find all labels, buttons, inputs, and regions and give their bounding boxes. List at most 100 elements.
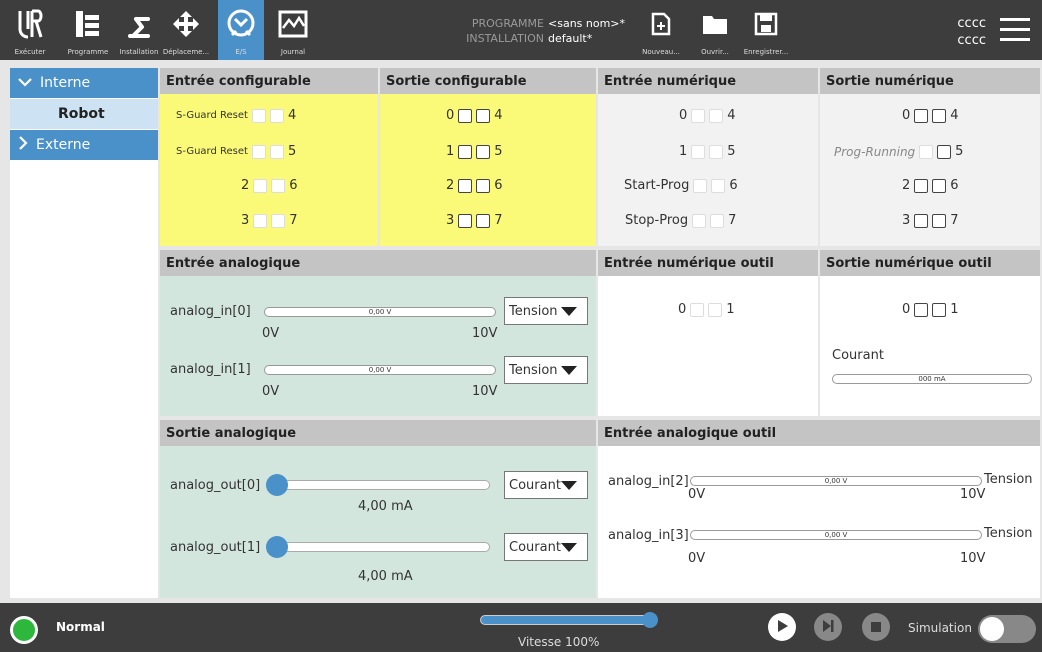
simulation-toggle[interactable] (978, 615, 1036, 643)
config-out-row: 37 (446, 213, 503, 228)
config-out-checkbox[interactable] (458, 213, 473, 228)
digital-out-checkbox (919, 144, 934, 159)
digital-in-row: Stop-Prog 7 (625, 213, 737, 228)
speed-slider-fill (481, 616, 651, 624)
digital-in-checkbox (693, 178, 708, 193)
digital-out-checkbox[interactable] (932, 178, 947, 193)
nav-program[interactable]: Programme (60, 0, 116, 60)
step-icon (821, 618, 835, 637)
tool-digital-input-panel: Entrée numérique outil 01 (598, 250, 818, 416)
config-out-row: 15 (446, 144, 503, 159)
nav-move[interactable]: Déplaceme... (162, 0, 210, 60)
config-in-checkbox (271, 178, 286, 193)
digital-out-checkbox[interactable] (914, 213, 929, 228)
save-button[interactable]: Enregistrer... (738, 0, 794, 60)
toggle-knob (980, 617, 1004, 641)
speed-slider-knob[interactable] (642, 612, 658, 628)
sidebar: Interne Robot Externe (10, 68, 158, 598)
config-output-panel: Sortie configurable 04 15 26 37 (380, 68, 596, 246)
config-in-checkbox (251, 144, 266, 159)
digital-in-checkbox (709, 144, 724, 159)
config-in-row: S-Guard Reset 5 (176, 144, 297, 159)
digital-out-checkbox[interactable] (932, 108, 947, 123)
tool-analog-in-gauge: 0,00 V (690, 530, 982, 540)
analog-output-panel: Sortie analogique analog_out[0] 4,00 mA … (160, 420, 596, 598)
nav-run[interactable]: Exécuter (0, 0, 60, 60)
digital-out-row: 26 (902, 178, 959, 193)
tool-digital-out-row: 01 (902, 302, 959, 317)
dropdown-arrow-icon (561, 366, 577, 375)
nav-io[interactable]: E/S (218, 0, 264, 60)
hamburger-menu-icon[interactable] (1000, 18, 1030, 48)
nav-log[interactable]: Journal (270, 0, 316, 60)
digital-out-row: 04 (902, 108, 959, 123)
folder-icon (702, 6, 728, 42)
stop-button[interactable] (862, 613, 890, 641)
config-input-panel: Entrée configurable S-Guard Reset 4 S-Gua… (160, 68, 378, 246)
digital-out-checkbox[interactable] (937, 144, 952, 159)
analog-out-slider-knob[interactable] (266, 536, 288, 558)
digital-output-panel: Sortie numérique 04 Prog-Running 5 26 37 (820, 68, 1040, 246)
digital-in-checkbox (711, 178, 726, 193)
config-out-checkbox[interactable] (476, 144, 491, 159)
io-icon (224, 6, 258, 42)
config-out-checkbox[interactable] (458, 108, 473, 123)
digital-input-panel: Entrée numérique 04 15 Start-Prog 6 Stop-… (598, 68, 818, 246)
tool-current-gauge: 000 mA (832, 374, 1032, 384)
sidebar-item-externe[interactable]: Externe (10, 130, 158, 160)
open-button[interactable]: Ouvrir... (690, 0, 740, 60)
step-button[interactable] (814, 613, 842, 641)
analog-out-mode-select[interactable]: Courant (504, 471, 588, 499)
program-info: PROGRAMME <sans nom>* INSTALLATION default… (466, 17, 626, 45)
digital-out-checkbox[interactable] (914, 178, 929, 193)
config-in-checkbox (269, 108, 284, 123)
dropdown-arrow-icon (561, 307, 577, 316)
status-indicator-icon[interactable] (10, 616, 38, 644)
nav-installation[interactable]: Installation (116, 0, 162, 60)
analog-in-gauge: 0,00 V (264, 307, 496, 317)
tool-digital-in-checkbox (690, 302, 705, 317)
analog-input-panel: Entrée analogique analog_in[0] 0,00 V 0V… (160, 250, 596, 416)
config-out-checkbox[interactable] (476, 178, 491, 193)
chevron-down-icon (18, 75, 32, 91)
digital-in-row: 04 (679, 108, 736, 123)
program-tree-icon (74, 6, 102, 42)
digital-out-checkbox[interactable] (932, 213, 947, 228)
tool-digital-in-row: 01 (678, 302, 735, 317)
tool-digital-out-checkbox[interactable] (914, 302, 929, 317)
config-in-row: 37 (241, 213, 298, 228)
config-out-checkbox[interactable] (476, 213, 491, 228)
analog-in-mode-select[interactable]: Tension (504, 356, 588, 384)
user-info: cccc cccc (957, 16, 986, 48)
config-in-checkbox (253, 178, 268, 193)
ur-logo-icon (17, 6, 43, 42)
tool-digital-in-checkbox (708, 302, 723, 317)
stop-icon (870, 618, 882, 637)
config-in-row: S-Guard Reset 4 (176, 108, 297, 123)
tool-analog-input-panel: Entrée analogique outil analog_in[2] 0,0… (598, 420, 1040, 598)
tool-digital-out-checkbox[interactable] (932, 302, 947, 317)
analog-out-slider-track[interactable] (268, 542, 490, 552)
analog-out-slider-track[interactable] (268, 480, 490, 490)
config-in-checkbox (253, 213, 268, 228)
digital-out-checkbox[interactable] (914, 108, 929, 123)
config-in-row: 26 (241, 178, 298, 193)
new-file-icon (651, 6, 671, 42)
sidebar-item-robot[interactable]: Robot (10, 99, 158, 129)
play-button[interactable] (768, 613, 796, 641)
analog-out-slider-knob[interactable] (266, 474, 288, 496)
log-chart-icon (278, 6, 308, 42)
sidebar-item-interne[interactable]: Interne (10, 68, 158, 98)
top-bar: Exécuter Programme Installation Déplacem… (0, 0, 1042, 60)
analog-out-mode-select[interactable]: Courant (504, 533, 588, 561)
new-button[interactable]: Nouveau... (636, 0, 686, 60)
config-out-checkbox[interactable] (458, 144, 473, 159)
tool-digital-output-panel: Sortie numérique outil 01 Courant 000 mA (820, 250, 1040, 416)
digital-in-checkbox (709, 108, 724, 123)
config-in-checkbox (251, 108, 266, 123)
analog-in-mode-select[interactable]: Tension (504, 297, 588, 325)
config-out-checkbox[interactable] (458, 178, 473, 193)
digital-in-row: Start-Prog 6 (624, 178, 738, 193)
speed-slider-track[interactable] (480, 615, 652, 625)
config-out-checkbox[interactable] (476, 108, 491, 123)
